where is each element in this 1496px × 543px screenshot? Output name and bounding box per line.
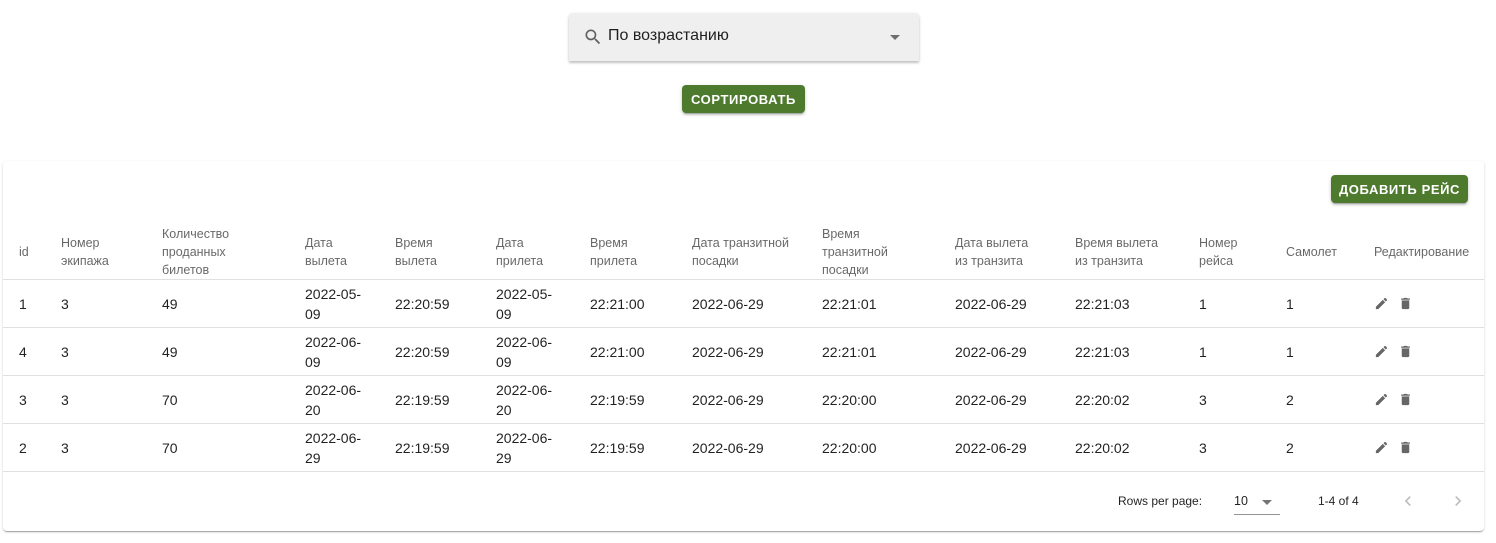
- table-cell: 22:19:59: [379, 375, 480, 424]
- table-cell: 22:21:03: [1059, 279, 1183, 328]
- rows-per-page-value: 10: [1234, 494, 1248, 508]
- pencil-icon[interactable]: [1374, 392, 1390, 408]
- table-cell: 22:20:00: [806, 375, 939, 424]
- dropdown-arrow-icon: [1262, 500, 1272, 505]
- sort-order-value: По возрастанию: [608, 27, 729, 44]
- trash-icon[interactable]: [1398, 344, 1414, 360]
- table-cell: 2022-05-09: [480, 279, 574, 328]
- table-cell: 49: [146, 279, 289, 328]
- table-cell: 1: [1183, 279, 1270, 328]
- trash-icon[interactable]: [1398, 392, 1414, 408]
- table-row: 2 3 70 2022-06-29 22:19:59 2022-06-29 22:19:59…: [3, 423, 1484, 472]
- table-cell: 22:21:03: [1059, 327, 1183, 376]
- chevron-right-icon[interactable]: [1444, 487, 1472, 515]
- table-cell: 22:21:01: [806, 279, 939, 328]
- table-row: 4 3 49 2022-06-09 22:20:59 2022-06-09 22:21:00…: [3, 327, 1484, 376]
- column-header: Дата вылета из транзита: [939, 225, 1059, 280]
- table-cell: 22:19:59: [379, 423, 480, 472]
- column-header: Дата транзитной посадки: [676, 225, 806, 280]
- table-cell: 70: [146, 375, 289, 424]
- table-cell: 22:19:59: [574, 375, 676, 424]
- table-cell: 4: [3, 327, 45, 376]
- table-cell: 22:20:00: [806, 423, 939, 472]
- sort-order-select[interactable]: По возрастанию: [569, 13, 919, 61]
- column-header: Номер рейса: [1183, 225, 1270, 280]
- table-cell: 1: [1183, 327, 1270, 376]
- table-cell: 22:21:00: [574, 279, 676, 328]
- table-cell: 22:20:59: [379, 327, 480, 376]
- table-cell: 1: [1270, 279, 1358, 328]
- column-header: Самолет: [1270, 225, 1358, 280]
- column-header: Номер экипажа: [45, 225, 146, 280]
- table-cell: 1: [3, 279, 45, 328]
- rows-per-page-label: Rows per page:: [1118, 494, 1203, 508]
- chevron-left-icon[interactable]: [1394, 487, 1422, 515]
- table-cell: 3: [45, 327, 146, 376]
- table-cell: 22:19:59: [574, 423, 676, 472]
- search-icon: [583, 27, 603, 47]
- trash-icon[interactable]: [1398, 440, 1414, 456]
- table-cell: 2022-06-20: [480, 375, 574, 424]
- table-row: 1 3 49 2022-05-09 22:20:59 2022-05-09 22:21:00…: [3, 279, 1484, 328]
- pencil-icon[interactable]: [1374, 344, 1390, 360]
- table-cell: 2022-05-09: [289, 279, 379, 328]
- table-cell: 22:21:00: [574, 327, 676, 376]
- table-cell: 2: [3, 423, 45, 472]
- table-cell: 1: [1270, 327, 1358, 376]
- table-cell: 22:20:59: [379, 279, 480, 328]
- table-cell: 2022-06-09: [289, 327, 379, 376]
- table-cell: 22:21:01: [806, 327, 939, 376]
- column-header: Время вылета из транзита: [1059, 225, 1183, 280]
- table-row: 3 3 70 2022-06-20 22:19:59 2022-06-20 22:19:59…: [3, 375, 1484, 424]
- table-cell: 2022-06-20: [289, 375, 379, 424]
- table-cell: 3: [1183, 423, 1270, 472]
- table-cell: 3: [45, 375, 146, 424]
- table-cell: 3: [3, 375, 45, 424]
- table-cell: 3: [1183, 375, 1270, 424]
- table-cell: 2: [1270, 375, 1358, 424]
- table-cell: 22:20:02: [1059, 423, 1183, 472]
- table-cell: 2022-06-29: [939, 279, 1059, 328]
- column-header: Дата вылета: [289, 225, 379, 280]
- table-cell: 3: [45, 279, 146, 328]
- table-cell: 2022-06-29: [676, 279, 806, 328]
- pencil-icon[interactable]: [1374, 296, 1390, 312]
- pencil-icon[interactable]: [1374, 440, 1390, 456]
- table-cell: 2022-06-29: [939, 423, 1059, 472]
- column-header: Время прилета: [574, 225, 676, 280]
- column-header: Количество проданных билетов: [146, 225, 289, 280]
- flights-table-card: ДОБАВИТЬ РЕЙС id Номер экипажа Количеств…: [3, 161, 1484, 531]
- table-cell: 2: [1270, 423, 1358, 472]
- column-header: Время транзитной посадки: [806, 225, 939, 280]
- sort-button[interactable]: СОРТИРОВАТЬ: [682, 85, 805, 113]
- flights-table: id Номер экипажа Количество проданных би…: [3, 225, 1484, 472]
- row-actions: [1358, 375, 1484, 424]
- column-header: Время вылета: [379, 225, 480, 280]
- rows-per-page-select[interactable]: 10: [1234, 490, 1280, 515]
- column-header: Редактирование: [1358, 225, 1484, 280]
- add-flight-button[interactable]: ДОБАВИТЬ РЕЙС: [1331, 175, 1468, 203]
- dropdown-arrow-icon: [890, 35, 900, 40]
- table-cell: 70: [146, 423, 289, 472]
- column-header: Дата прилета: [480, 225, 574, 280]
- row-actions: [1358, 279, 1484, 328]
- table-header-row: id Номер экипажа Количество проданных би…: [3, 225, 1484, 280]
- table-cell: 3: [45, 423, 146, 472]
- table-cell: 2022-06-29: [676, 327, 806, 376]
- table-cell: 2022-06-29: [676, 423, 806, 472]
- trash-icon[interactable]: [1398, 296, 1414, 312]
- row-actions: [1358, 327, 1484, 376]
- table-cell: 2022-06-29: [676, 375, 806, 424]
- table-cell: 2022-06-09: [480, 327, 574, 376]
- table-cell: 2022-06-29: [939, 375, 1059, 424]
- row-actions: [1358, 423, 1484, 472]
- table-cell: 2022-06-29: [939, 327, 1059, 376]
- table-cell: 22:20:02: [1059, 375, 1183, 424]
- table-pagination: Rows per page: 10 1-4 of 4: [3, 473, 1484, 531]
- table-cell: 49: [146, 327, 289, 376]
- column-header: id: [3, 225, 45, 280]
- table-cell: 2022-06-29: [289, 423, 379, 472]
- table-cell: 2022-06-29: [480, 423, 574, 472]
- pagination-range: 1-4 of 4: [1318, 494, 1359, 508]
